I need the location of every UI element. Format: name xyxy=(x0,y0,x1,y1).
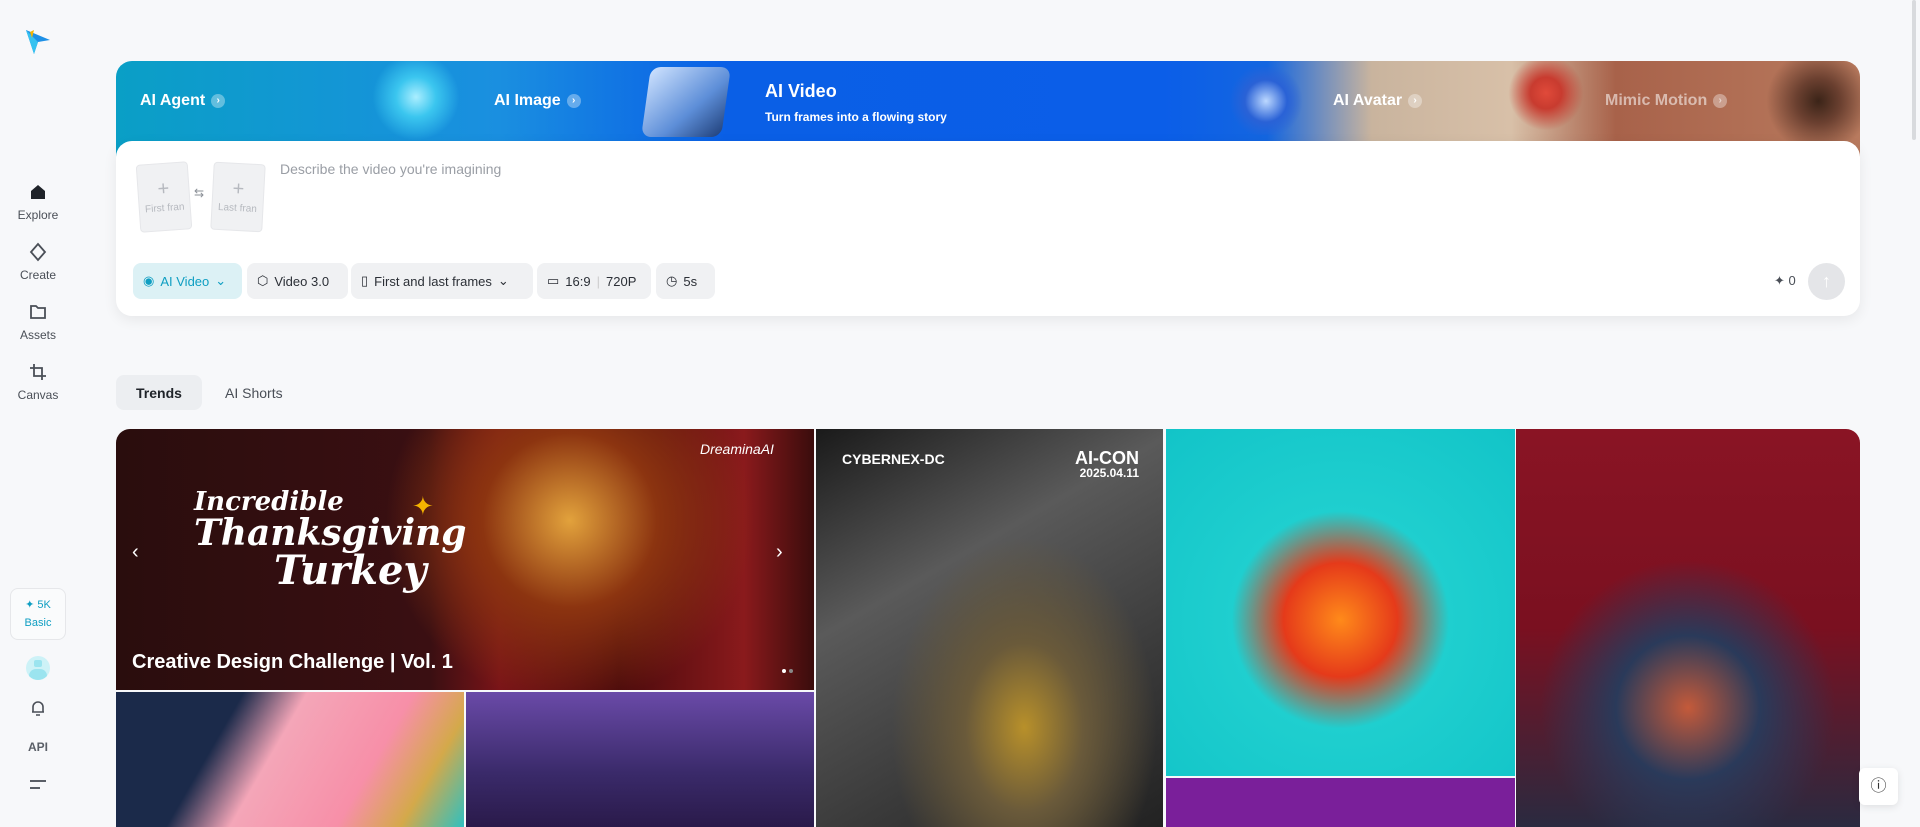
crop-icon xyxy=(30,364,46,380)
sidebar-item-create[interactable]: Create xyxy=(0,242,76,282)
chevron-down-icon: ⌄ xyxy=(215,273,227,288)
api-link[interactable]: API xyxy=(28,740,48,754)
event-date: 2025.04.11 xyxy=(1079,466,1139,480)
plan-label: Basic xyxy=(24,617,52,629)
chevron-down-icon: ⌄ xyxy=(497,273,509,288)
carousel-next-button[interactable]: › xyxy=(776,541,783,564)
banner-mimic-motion[interactable]: Mimic Motion › xyxy=(1605,61,1728,141)
submit-button[interactable]: ↑ xyxy=(1808,263,1845,300)
menu-icon[interactable] xyxy=(30,780,46,792)
cube-icon: ⬡ xyxy=(257,273,269,288)
folder-icon xyxy=(30,305,46,319)
frames-label: First and last frames xyxy=(374,273,492,289)
swap-icon[interactable]: ⇆ xyxy=(194,186,204,200)
banner-subtitle: Turn frames into a flowing story xyxy=(765,110,947,124)
first-frame-label: First fran xyxy=(144,201,185,216)
sparkle-icon: ✦ xyxy=(1774,273,1785,288)
plus-icon: + xyxy=(232,177,245,201)
last-frame-upload[interactable]: + Last fran xyxy=(210,161,266,233)
sidebar-item-label: Assets xyxy=(19,328,56,342)
banner-label: AI Video xyxy=(765,81,837,101)
resolution-label: 720P xyxy=(606,273,637,289)
avatar[interactable] xyxy=(26,656,50,680)
brand-logo-text: CYBERNEX-DC xyxy=(842,451,945,467)
logo[interactable] xyxy=(24,28,52,56)
featured-carousel[interactable]: Incredible Thanksgiving Turkey ✦ Dreamin… xyxy=(116,429,814,690)
carousel-dots[interactable] xyxy=(782,669,793,673)
gallery-item[interactable] xyxy=(1166,778,1515,827)
banner-label: AI Avatar xyxy=(1333,92,1403,109)
first-frame-upload[interactable]: + First fran xyxy=(135,161,193,233)
banner-ai-agent[interactable]: AI Agent › xyxy=(140,61,226,141)
gallery-item[interactable] xyxy=(1516,429,1860,827)
bell-icon[interactable] xyxy=(28,698,48,718)
chevron-right-icon: › xyxy=(211,94,226,108)
credit-cost-value: 0 xyxy=(1788,273,1796,288)
banner-ai-avatar[interactable]: AI Avatar › xyxy=(1333,61,1423,141)
ratio-icon: ▭ xyxy=(547,273,560,288)
art-line: Turkey xyxy=(274,547,427,594)
sidebar-item-label: Create xyxy=(19,268,57,282)
frames-icon: ▯ xyxy=(361,273,369,288)
model-selector[interactable]: ⬡ Video 3.0 xyxy=(247,263,348,299)
gallery-item[interactable] xyxy=(116,692,464,827)
tab-label: Trends xyxy=(136,384,182,401)
featured-title: Creative Design Challenge | Vol. 1 xyxy=(132,651,453,673)
event-name: AI-CON xyxy=(1075,448,1139,468)
banner-ai-video[interactable]: AI Video Turn frames into a flowing stor… xyxy=(765,61,947,141)
help-icon: ⓘ xyxy=(1870,778,1887,795)
gallery-item[interactable] xyxy=(1166,429,1515,776)
video-mode-icon: ◉ xyxy=(143,273,155,288)
brand-watermark: DreaminaAI xyxy=(700,441,774,457)
clock-icon: ◷ xyxy=(666,273,678,288)
home-icon xyxy=(31,185,45,199)
diamond-icon xyxy=(29,242,47,262)
tab-label: AI Shorts xyxy=(225,384,283,401)
sidebar-item-label: Canvas xyxy=(17,388,59,402)
plus-icon: + xyxy=(156,177,171,201)
chevron-right-icon: › xyxy=(566,94,581,108)
chevron-right-icon: › xyxy=(1408,94,1423,108)
banner-label: AI Image xyxy=(494,92,561,109)
banner-ai-image[interactable]: AI Image › xyxy=(494,61,581,141)
duration-label: 5s xyxy=(683,273,698,289)
banner-label: AI Agent xyxy=(140,92,206,109)
sidebar-item-label: Explore xyxy=(17,208,59,222)
tab-ai-shorts[interactable]: AI Shorts xyxy=(205,375,303,410)
sidebar-item-explore[interactable]: Explore xyxy=(0,182,76,222)
tab-trends[interactable]: Trends xyxy=(116,375,202,410)
mode-label: AI Video xyxy=(160,273,210,289)
scrollbar[interactable] xyxy=(1912,0,1916,140)
frames-selector[interactable]: ▯ First and last frames ⌄ xyxy=(351,263,533,299)
sidebar-item-assets[interactable]: Assets xyxy=(0,302,76,342)
prompt-card: + First fran ⇆ + Last fran Describe the vi… xyxy=(116,141,1860,316)
sparkle-icon: ✦ xyxy=(25,599,35,611)
credits-amount: 5K xyxy=(37,599,51,611)
credits-badge[interactable]: ✦ 5K Basic xyxy=(10,588,66,640)
ratio-resolution-selector[interactable]: ▭ 16:9 | 720P xyxy=(537,263,651,299)
prompt-input[interactable]: Describe the video you're imagining xyxy=(280,161,1780,241)
credit-cost: ✦ 0 xyxy=(1774,273,1796,289)
chevron-right-icon: › xyxy=(1713,94,1728,108)
mode-selector[interactable]: ◉ AI Video ⌄ xyxy=(133,263,242,299)
ratio-label: 16:9 xyxy=(565,273,591,289)
last-frame-label: Last fran xyxy=(217,201,258,215)
banner-label: Mimic Motion xyxy=(1605,92,1708,109)
arrow-up-icon: ↑ xyxy=(1822,271,1831,291)
model-label: Video 3.0 xyxy=(274,273,330,289)
carousel-prev-button[interactable]: ‹ xyxy=(132,541,139,564)
gallery-item[interactable]: CYBERNEX-DC AI-CON 2025.04.11 xyxy=(816,429,1163,827)
duration-selector[interactable]: ◷ 5s xyxy=(656,263,715,299)
gallery-item[interactable] xyxy=(466,692,814,827)
help-button[interactable]: ⓘ xyxy=(1859,768,1898,805)
sidebar-item-canvas[interactable]: Canvas xyxy=(0,362,76,402)
star-icon: ✦ xyxy=(412,491,434,521)
